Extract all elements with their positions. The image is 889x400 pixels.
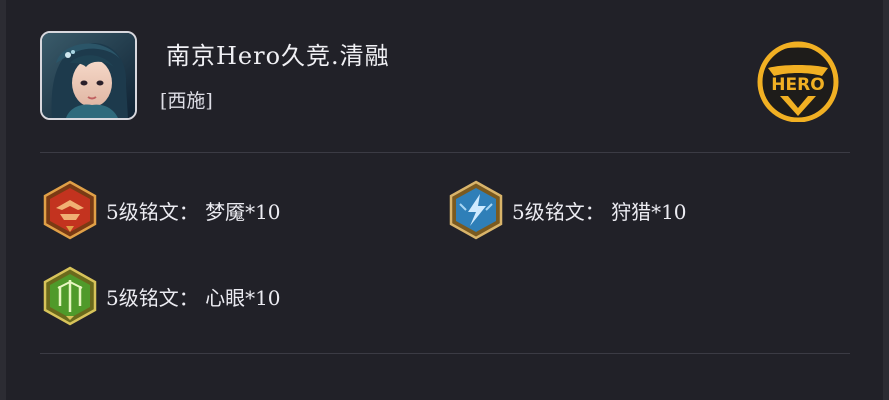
rune-page-card: 南京Hero久竞.清融 [西施] HERO 5级铭文： 梦魇*10 5级铭文： … [0, 0, 889, 400]
rune-label: 5级铭文： 梦魇*10 [106, 199, 281, 224]
brand-text: HERO [771, 75, 824, 95]
right-edge [883, 0, 889, 400]
rune-label: 5级铭文： 狩猎*10 [512, 199, 687, 224]
player-name: 南京Hero久竞.清融 [166, 42, 390, 70]
rune-item-hunt[interactable]: 5级铭文： 狩猎*10 [446, 180, 687, 240]
red-rune-icon [43, 180, 97, 240]
rune-label: 5级铭文： 心眼*10 [106, 285, 281, 310]
player-avatar[interactable] [40, 31, 137, 120]
divider-bottom [40, 353, 850, 354]
hero-portrait-icon [42, 33, 135, 118]
divider-top [40, 152, 850, 153]
blue-rune-icon [449, 180, 503, 240]
green-rune-icon [43, 266, 97, 326]
hero-logo-icon: HERO [757, 41, 839, 123]
team-logo: HERO [752, 38, 844, 123]
hero-name: [西施] [160, 90, 213, 112]
rune-item-nightmare[interactable]: 5级铭文： 梦魇*10 [40, 180, 281, 240]
rune-item-insight[interactable]: 5级铭文： 心眼*10 [40, 266, 281, 326]
left-edge [0, 0, 6, 400]
